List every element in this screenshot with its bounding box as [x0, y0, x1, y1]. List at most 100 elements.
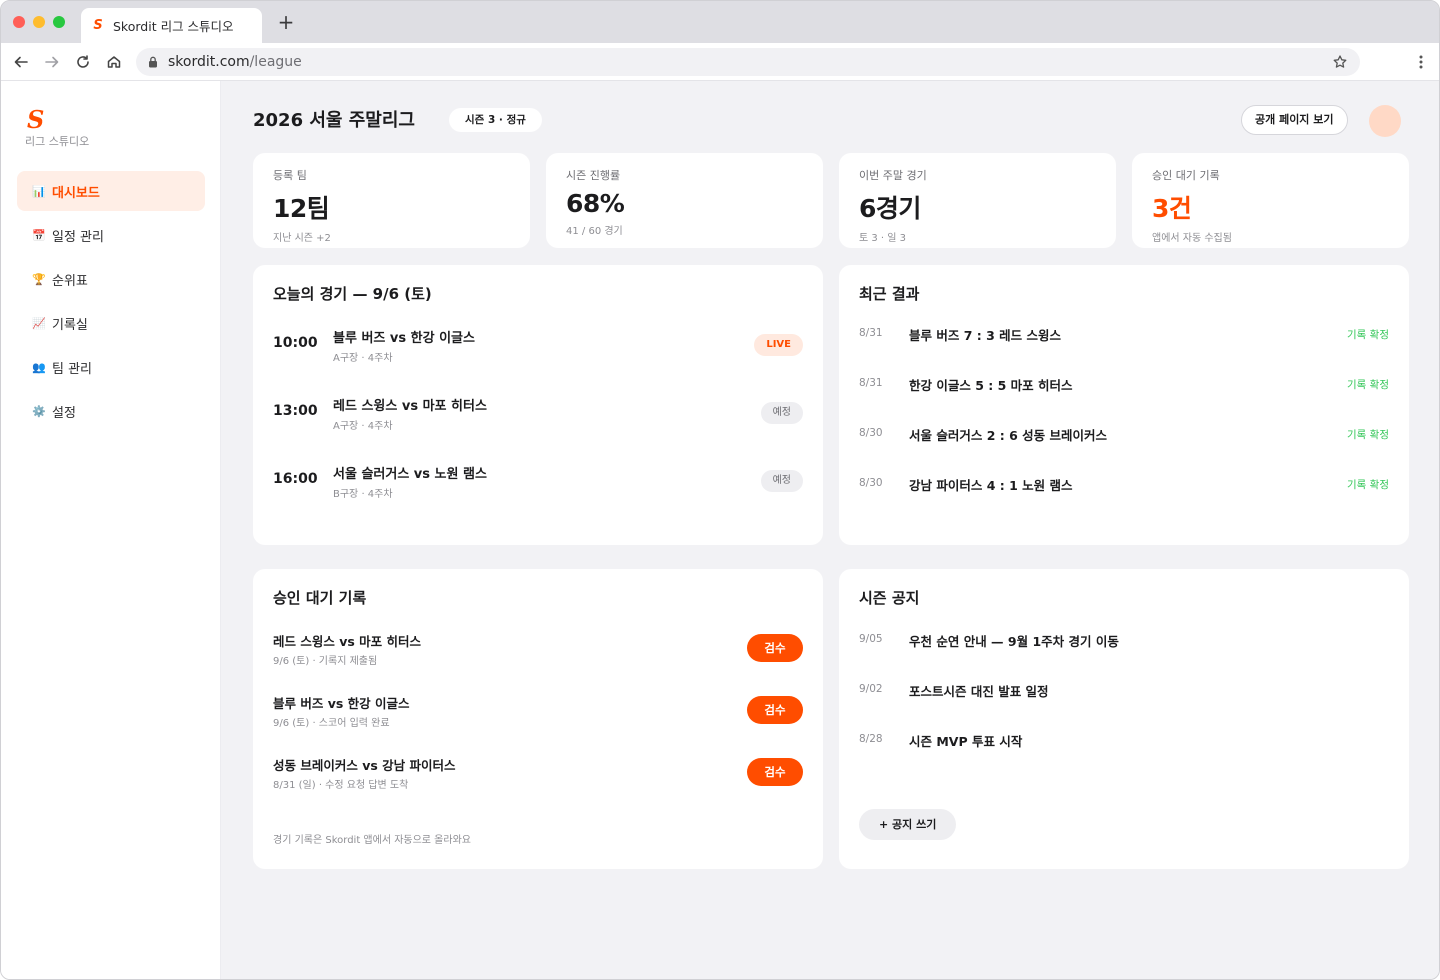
sidebar-item-label: 대시보드	[52, 185, 100, 201]
notice-row[interactable]: 9/05 우천 순연 안내 — 9월 1주차 경기 이동	[859, 631, 1389, 651]
stat-card-pending: 승인 대기 기록 3건 앱에서 자동 수집됨	[1132, 153, 1409, 248]
trophy-icon: 🏆	[32, 272, 46, 286]
stat-sub: 41 / 60 경기	[566, 226, 623, 237]
result-status: 기록 확정	[1347, 479, 1389, 491]
address-bar: skordit.com/league	[1, 43, 1439, 81]
stat-value: 6경기	[859, 194, 921, 223]
notice-title: 시즌 MVP 투표 시작	[909, 734, 1023, 749]
game-row[interactable]: 16:00 서울 슬러거스 vs 노원 램스 B구장 · 4주차 예정	[273, 463, 803, 503]
approval-title: 레드 스윙스 vs 마포 히터스	[273, 634, 421, 649]
result-score: 한강 이글스 5 : 5 마포 히터스	[909, 378, 1073, 393]
season-notices-card: 시즌 공지 9/05 우천 순연 안내 — 9월 1주차 경기 이동 9/02 …	[839, 569, 1409, 869]
result-score: 서울 슬러거스 2 : 6 성동 브레이커스	[909, 428, 1108, 443]
sidebar-item-teams[interactable]: 👥 팀 관리	[17, 347, 205, 387]
sidebar-item-settings[interactable]: ⚙️ 설정	[17, 391, 205, 431]
result-row[interactable]: 8/30 강남 파이터스 4 : 1 노원 램스 기록 확정	[859, 475, 1389, 495]
stat-card-weekend-games: 이번 주말 경기 6경기 토 3 · 일 3	[839, 153, 1116, 248]
main-content: 2026 서울 주말리그 시즌 3 · 정규 공개 페이지 보기 등록 팀 12…	[221, 81, 1439, 979]
approval-meta: 8/31 (일) · 수정 요청 답변 도착	[273, 780, 409, 791]
stat-value: 68%	[566, 189, 625, 218]
bar-chart-icon: 📊	[32, 184, 46, 198]
review-button[interactable]: 검수	[747, 758, 803, 786]
window-controls	[13, 16, 65, 28]
stat-label: 이번 주말 경기	[859, 169, 927, 182]
sidebar-item-label: 팀 관리	[52, 361, 93, 377]
approval-title: 블루 버즈 vs 한강 이글스	[273, 696, 410, 711]
approval-row: 블루 버즈 vs 한강 이글스 9/6 (토) · 스코어 입력 완료 검수	[273, 693, 803, 733]
home-icon[interactable]	[104, 52, 124, 72]
game-meta: A구장 · 4주차	[333, 353, 393, 364]
game-meta: B구장 · 4주차	[333, 489, 393, 500]
url-text: skordit.com/league	[168, 54, 302, 70]
browser-menu-icon[interactable]	[1419, 54, 1423, 70]
game-time: 16:00	[273, 471, 318, 487]
bookmark-star-icon[interactable]	[1332, 54, 1348, 70]
new-tab-button[interactable]: +	[276, 12, 296, 32]
approval-title: 성동 브레이커스 vs 강남 파이터스	[273, 758, 456, 773]
result-status: 기록 확정	[1347, 429, 1389, 441]
result-row[interactable]: 8/30 서울 슬러거스 2 : 6 성동 브레이커스 기록 확정	[859, 425, 1389, 445]
game-row[interactable]: 13:00 레드 스윙스 vs 마포 히터스 A구장 · 4주차 예정	[273, 395, 803, 435]
card-title: 최근 결과	[859, 285, 920, 303]
game-match: 블루 버즈 vs 한강 이글스	[333, 331, 475, 346]
url-host: skordit.com	[168, 54, 250, 70]
review-button[interactable]: 검수	[747, 634, 803, 662]
sidebar-item-standings[interactable]: 🏆 순위표	[17, 259, 205, 299]
reload-icon[interactable]	[73, 52, 93, 72]
stat-value: 3건	[1152, 194, 1192, 223]
tab-title: Skordit 리그 스튜디오	[113, 19, 234, 34]
review-button[interactable]: 검수	[747, 696, 803, 724]
card-title: 시즌 공지	[859, 589, 920, 607]
write-notice-button[interactable]: + 공지 쓰기	[859, 809, 957, 840]
game-match: 레드 스윙스 vs 마포 히터스	[333, 399, 487, 414]
sidebar-item-dashboard[interactable]: 📊 대시보드	[17, 171, 205, 211]
sidebar-item-schedule[interactable]: 📅 일정 관리	[17, 215, 205, 255]
sidebar-item-label: 설정	[52, 405, 76, 421]
brand-logo[interactable]: S	[27, 105, 44, 134]
stat-label: 시즌 진행률	[566, 169, 621, 182]
approval-row: 레드 스윙스 vs 마포 히터스 9/6 (토) · 기록지 제출됨 검수	[273, 631, 803, 671]
lock-icon	[149, 56, 157, 68]
avatar[interactable]	[1369, 105, 1401, 137]
result-date: 8/30	[859, 427, 883, 439]
view-public-page-button[interactable]: 공개 페이지 보기	[1241, 105, 1348, 135]
notice-title: 포스트시즌 대진 발표 일정	[909, 684, 1049, 699]
notice-title: 우천 순연 안내 — 9월 1주차 경기 이동	[909, 634, 1119, 649]
browser-window: S Skordit 리그 스튜디오 + skordit.com/league S…	[0, 0, 1440, 980]
notice-row[interactable]: 8/28 시즌 MVP 투표 시작	[859, 731, 1389, 751]
tab-bar: S Skordit 리그 스튜디오 +	[1, 1, 1439, 43]
stat-label: 승인 대기 기록	[1152, 169, 1220, 182]
favicon-icon: S	[93, 18, 103, 33]
minimize-window-button[interactable]	[33, 16, 45, 28]
result-row[interactable]: 8/31 한강 이글스 5 : 5 마포 히터스 기록 확정	[859, 375, 1389, 395]
notice-date: 9/02	[859, 683, 883, 695]
back-arrow-icon[interactable]	[11, 52, 31, 72]
game-row[interactable]: 10:00 블루 버즈 vs 한강 이글스 A구장 · 4주차 LIVE	[273, 327, 803, 367]
notice-date: 9/05	[859, 633, 883, 645]
stat-sub: 앱에서 자동 수집됨	[1152, 233, 1232, 244]
browser-tab[interactable]: S Skordit 리그 스튜디오	[81, 8, 262, 43]
app-shell: S 리그 스튜디오 📊 대시보드 📅 일정 관리 🏆 순위표 📈 기록실 👥 팀…	[1, 81, 1439, 979]
stat-sub: 지난 시즌 +2	[273, 233, 331, 244]
gear-icon: ⚙️	[32, 404, 46, 418]
sidebar-item-label: 일정 관리	[52, 229, 104, 245]
sidebar-item-label: 순위표	[52, 273, 88, 289]
game-time: 10:00	[273, 335, 318, 351]
scheduled-badge: 예정	[760, 402, 803, 424]
result-date: 8/31	[859, 377, 883, 389]
stat-label: 등록 팀	[273, 169, 307, 182]
close-window-button[interactable]	[13, 16, 25, 28]
forward-arrow-icon[interactable]	[42, 52, 62, 72]
season-badge: 시즌 3 · 정규	[449, 108, 542, 132]
result-row[interactable]: 8/31 블루 버즈 7 : 3 레드 스윙스 기록 확정	[859, 325, 1389, 345]
approvals-footnote: 경기 기록은 Skordit 앱에서 자동으로 올라와요	[273, 835, 471, 846]
stat-value: 12팀	[273, 194, 330, 223]
game-time: 13:00	[273, 403, 318, 419]
game-match: 서울 슬러거스 vs 노원 램스	[333, 467, 487, 482]
notice-date: 8/28	[859, 733, 883, 745]
sidebar-item-records[interactable]: 📈 기록실	[17, 303, 205, 343]
url-field[interactable]: skordit.com/league	[136, 48, 1360, 76]
maximize-window-button[interactable]	[53, 16, 65, 28]
notice-row[interactable]: 9/02 포스트시즌 대진 발표 일정	[859, 681, 1389, 701]
result-score: 블루 버즈 7 : 3 레드 스윙스	[909, 328, 1062, 343]
